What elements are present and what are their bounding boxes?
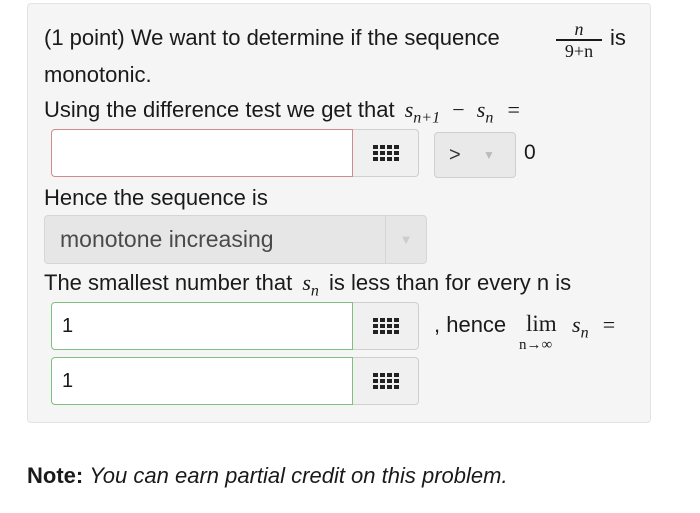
answer2-keypad-button[interactable] [353,302,419,350]
answer1-keypad-button[interactable] [353,129,419,177]
difference-text: Using the difference test we get that [44,97,395,122]
note-label: Note: [27,463,84,488]
comparison-select[interactable]: > ▼ [434,132,516,178]
partial-credit-note: Note: You can earn partial credit on thi… [27,462,508,490]
fraction-denominator: 9+n [564,40,594,61]
problem-intro: (1 point) We want to determine if the se… [44,24,500,52]
keypad-icon [372,373,399,389]
difference-equals: = [507,97,520,122]
difference-sub2: n [485,109,494,127]
intro-after: is [610,25,626,50]
limit-sub: n→∞ [519,337,553,353]
chevron-down-icon: ▼ [385,216,426,263]
comparison-value: > [449,144,461,166]
intro-line2: monotonic. [44,62,152,87]
limit-equals: = [602,312,616,337]
sequence-type-value: monotone increasing [60,226,274,252]
comparison-rhs: 0 [524,141,536,164]
chevron-down-icon: ▼ [483,148,495,162]
answer1-input[interactable] [51,129,353,177]
difference-s1: s [404,97,414,122]
bound-var-s: s [302,270,311,295]
hence-text: Hence the sequence is [44,185,268,210]
note-text: You can earn partial credit on this prob… [89,463,508,488]
limit-s-sub: n [580,324,589,342]
hence-limit-text: , hence [434,312,507,337]
bound-text-a: The smallest number that [44,270,293,295]
difference-sub1: n+1 [413,109,441,127]
sequence-type-select[interactable]: monotone increasing ▼ [44,215,427,264]
keypad-icon [372,318,399,334]
answer3-input[interactable]: 1 [51,357,353,405]
keypad-icon [372,145,399,161]
fraction-numerator: n [574,19,584,39]
intro-text: (1 point) We want to determine if the se… [44,25,500,50]
answer3-keypad-button[interactable] [353,357,419,405]
bound-var-sub: n [310,282,319,300]
sequence-fraction: n 9+n [556,20,602,60]
bound-text-b: is less than for every n is [329,270,572,295]
limit-lim: lim [526,311,557,336]
difference-minus: − [452,97,465,122]
limit-expr: sn = [572,311,615,347]
difference-prompt: Using the difference test we get that sn… [44,96,520,132]
answer2-input[interactable]: 1 [51,302,353,350]
bound-prompt: The smallest number that sn is less than… [44,269,571,305]
limit-s: s [572,312,581,337]
